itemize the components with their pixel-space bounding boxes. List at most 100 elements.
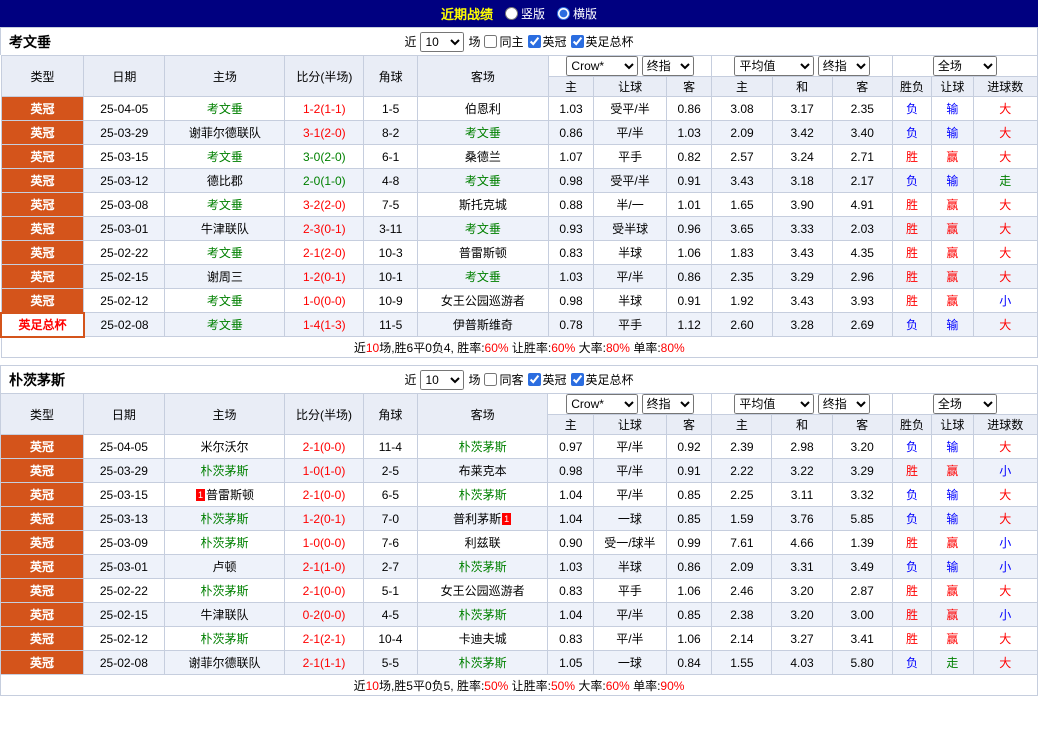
home-team-cell[interactable]: 谢周三 (164, 264, 286, 289)
asian-line-cell: 平/半 (593, 458, 667, 483)
layout-option-vertical[interactable]: 竖版 (504, 5, 545, 22)
near-label: 近 (404, 35, 417, 49)
league1-checkbox-label[interactable]: 英冠 (527, 371, 567, 388)
home-team-cell[interactable]: 牛津联队 (163, 602, 286, 627)
fulltime-select[interactable]: 全场 (932, 394, 997, 414)
home-team-cell[interactable]: 考文垂 (164, 312, 286, 337)
match-date-cell: 25-04-05 (82, 434, 165, 459)
home-team-cell[interactable]: 谢菲尔德联队 (164, 120, 286, 145)
horizontal-layout-radio[interactable] (557, 7, 570, 20)
handicap-result-cell: 赢 (931, 144, 974, 169)
home-team-cell[interactable]: 考文垂 (164, 192, 286, 217)
goals-result-cell: 大 (972, 650, 1038, 675)
league-type-cell: 英冠 (0, 650, 84, 675)
match-date-cell: 25-03-08 (83, 192, 166, 217)
subcol-goals: 进球数 (972, 76, 1038, 97)
euro-average-select[interactable]: 平均值 (734, 394, 815, 414)
home-team-cell[interactable]: 朴茨茅斯 (163, 458, 286, 483)
asian-final-select[interactable]: 终指 (641, 394, 694, 414)
euro-draw-odds-cell: 2.98 (771, 434, 833, 459)
away-team-cell[interactable]: 利兹联 (416, 530, 549, 555)
away-team-cell[interactable]: 普雷斯顿 (417, 240, 549, 265)
home-team-cell[interactable]: 考文垂 (164, 240, 286, 265)
away-team-cell[interactable]: 伊普斯维奇 (417, 312, 549, 337)
asian-company-select[interactable]: Crow* (566, 394, 639, 414)
away-team-cell[interactable]: 普利茅斯 1 (416, 506, 549, 531)
away-team-cell[interactable]: 卡迪夫城 (416, 626, 549, 651)
euro-average-select[interactable]: 平均值 (734, 56, 815, 76)
subcol-goals: 进球数 (972, 414, 1038, 435)
league1-checkbox-label[interactable]: 英冠 (527, 33, 567, 50)
away-team-cell[interactable]: 考文垂 (417, 120, 549, 145)
league2-checkbox-label[interactable]: 英足总杯 (570, 371, 634, 388)
home-team-cell[interactable]: 德比郡 (164, 168, 286, 193)
away-team-cell[interactable]: 朴茨茅斯 (416, 602, 549, 627)
home-team-cell[interactable]: 朴茨茅斯 (163, 530, 286, 555)
away-team-cell[interactable]: 考文垂 (417, 264, 549, 289)
layout-option-horizontal[interactable]: 横版 (557, 5, 597, 22)
asian-home-odds-cell: 1.03 (547, 264, 595, 289)
match-date-cell: 25-02-15 (82, 602, 165, 627)
col-date: 日期 (83, 55, 166, 97)
euro-draw-odds-cell: 3.18 (771, 168, 833, 193)
subcol-asian-away: 客 (665, 414, 713, 435)
away-team-cell[interactable]: 女王公园巡游者 (417, 288, 549, 313)
away-team-cell[interactable]: 朴茨茅斯 (416, 554, 549, 579)
home-team-cell[interactable]: 米尔沃尔 (163, 434, 286, 459)
home-team-cell[interactable]: 考文垂 (164, 144, 286, 169)
away-team-cell[interactable]: 女王公园巡游者 (416, 578, 549, 603)
score-cell: 1-4(1-3) (284, 312, 365, 337)
home-team-cell[interactable]: 朴茨茅斯 (163, 578, 286, 603)
euro-draw-odds-cell: 3.22 (771, 458, 833, 483)
league1-checkbox[interactable] (527, 35, 541, 48)
home-team-cell[interactable]: 朴茨茅斯 (163, 506, 286, 531)
same-venue-checkbox[interactable] (484, 373, 498, 386)
away-team-cell[interactable]: 布莱克本 (416, 458, 549, 483)
home-team-cell[interactable]: 考文垂 (164, 96, 286, 121)
asian-home-odds-cell: 0.83 (547, 626, 595, 651)
handicap-result-cell: 输 (931, 434, 974, 459)
away-team-cell[interactable]: 桑德兰 (417, 144, 549, 169)
asian-final-select[interactable]: 终指 (641, 56, 694, 76)
league1-checkbox[interactable] (527, 373, 541, 386)
fulltime-select[interactable]: 全场 (932, 56, 997, 76)
same-venue-checkbox-label[interactable]: 同主 (484, 33, 524, 50)
away-team-cell[interactable]: 伯恩利 (417, 96, 549, 121)
corner-cell: 7-6 (362, 530, 418, 555)
league2-checkbox-label[interactable]: 英足总杯 (570, 33, 634, 50)
match-count-select[interactable]: 10 (420, 369, 465, 390)
asian-company-select[interactable]: Crow* (566, 56, 639, 76)
match-count-select[interactable]: 10 (420, 31, 465, 52)
result-cell: 负 (891, 120, 933, 145)
euro-final-select[interactable]: 终指 (817, 394, 870, 414)
asian-home-odds-cell: 0.88 (547, 192, 595, 217)
euro-final-select[interactable]: 终指 (817, 56, 870, 76)
asian-line-cell: 平/半 (593, 602, 667, 627)
summary-text-segment: 90% (660, 678, 685, 693)
away-team-cell[interactable]: 朴茨茅斯 (416, 650, 549, 675)
handicap-result-cell: 赢 (931, 578, 974, 603)
away-team-cell[interactable]: 斯托克城 (417, 192, 549, 217)
subcol-handicap-result: 让球 (931, 76, 974, 97)
home-team-cell[interactable]: 谢菲尔德联队 (163, 650, 286, 675)
league-type-cell: 英足总杯 (0, 311, 85, 338)
asian-away-odds-cell: 0.86 (665, 554, 713, 579)
away-team-cell[interactable]: 考文垂 (417, 216, 549, 241)
away-team-cell[interactable]: 朴茨茅斯 (416, 482, 549, 507)
same-venue-checkbox[interactable] (484, 35, 498, 48)
league2-checkbox[interactable] (570, 373, 584, 386)
home-team-cell[interactable]: 考文垂 (164, 288, 286, 313)
league-type-cell: 英冠 (0, 554, 84, 579)
handicap-result-cell: 赢 (931, 602, 974, 627)
league2-checkbox[interactable] (570, 35, 584, 48)
away-team-cell[interactable]: 考文垂 (417, 168, 549, 193)
away-team-cell[interactable]: 朴茨茅斯 (416, 434, 549, 459)
same-venue-checkbox-label[interactable]: 同客 (484, 371, 524, 388)
home-team-cell[interactable]: 朴茨茅斯 (163, 626, 286, 651)
home-team-cell[interactable]: 1 普雷斯顿 (163, 482, 286, 507)
euro-home-odds-cell: 3.08 (711, 96, 773, 121)
home-team-cell[interactable]: 牛津联队 (164, 216, 286, 241)
euro-draw-odds-cell: 3.90 (771, 192, 833, 217)
vertical-layout-radio[interactable] (504, 7, 518, 20)
home-team-cell[interactable]: 卢顿 (163, 554, 286, 579)
